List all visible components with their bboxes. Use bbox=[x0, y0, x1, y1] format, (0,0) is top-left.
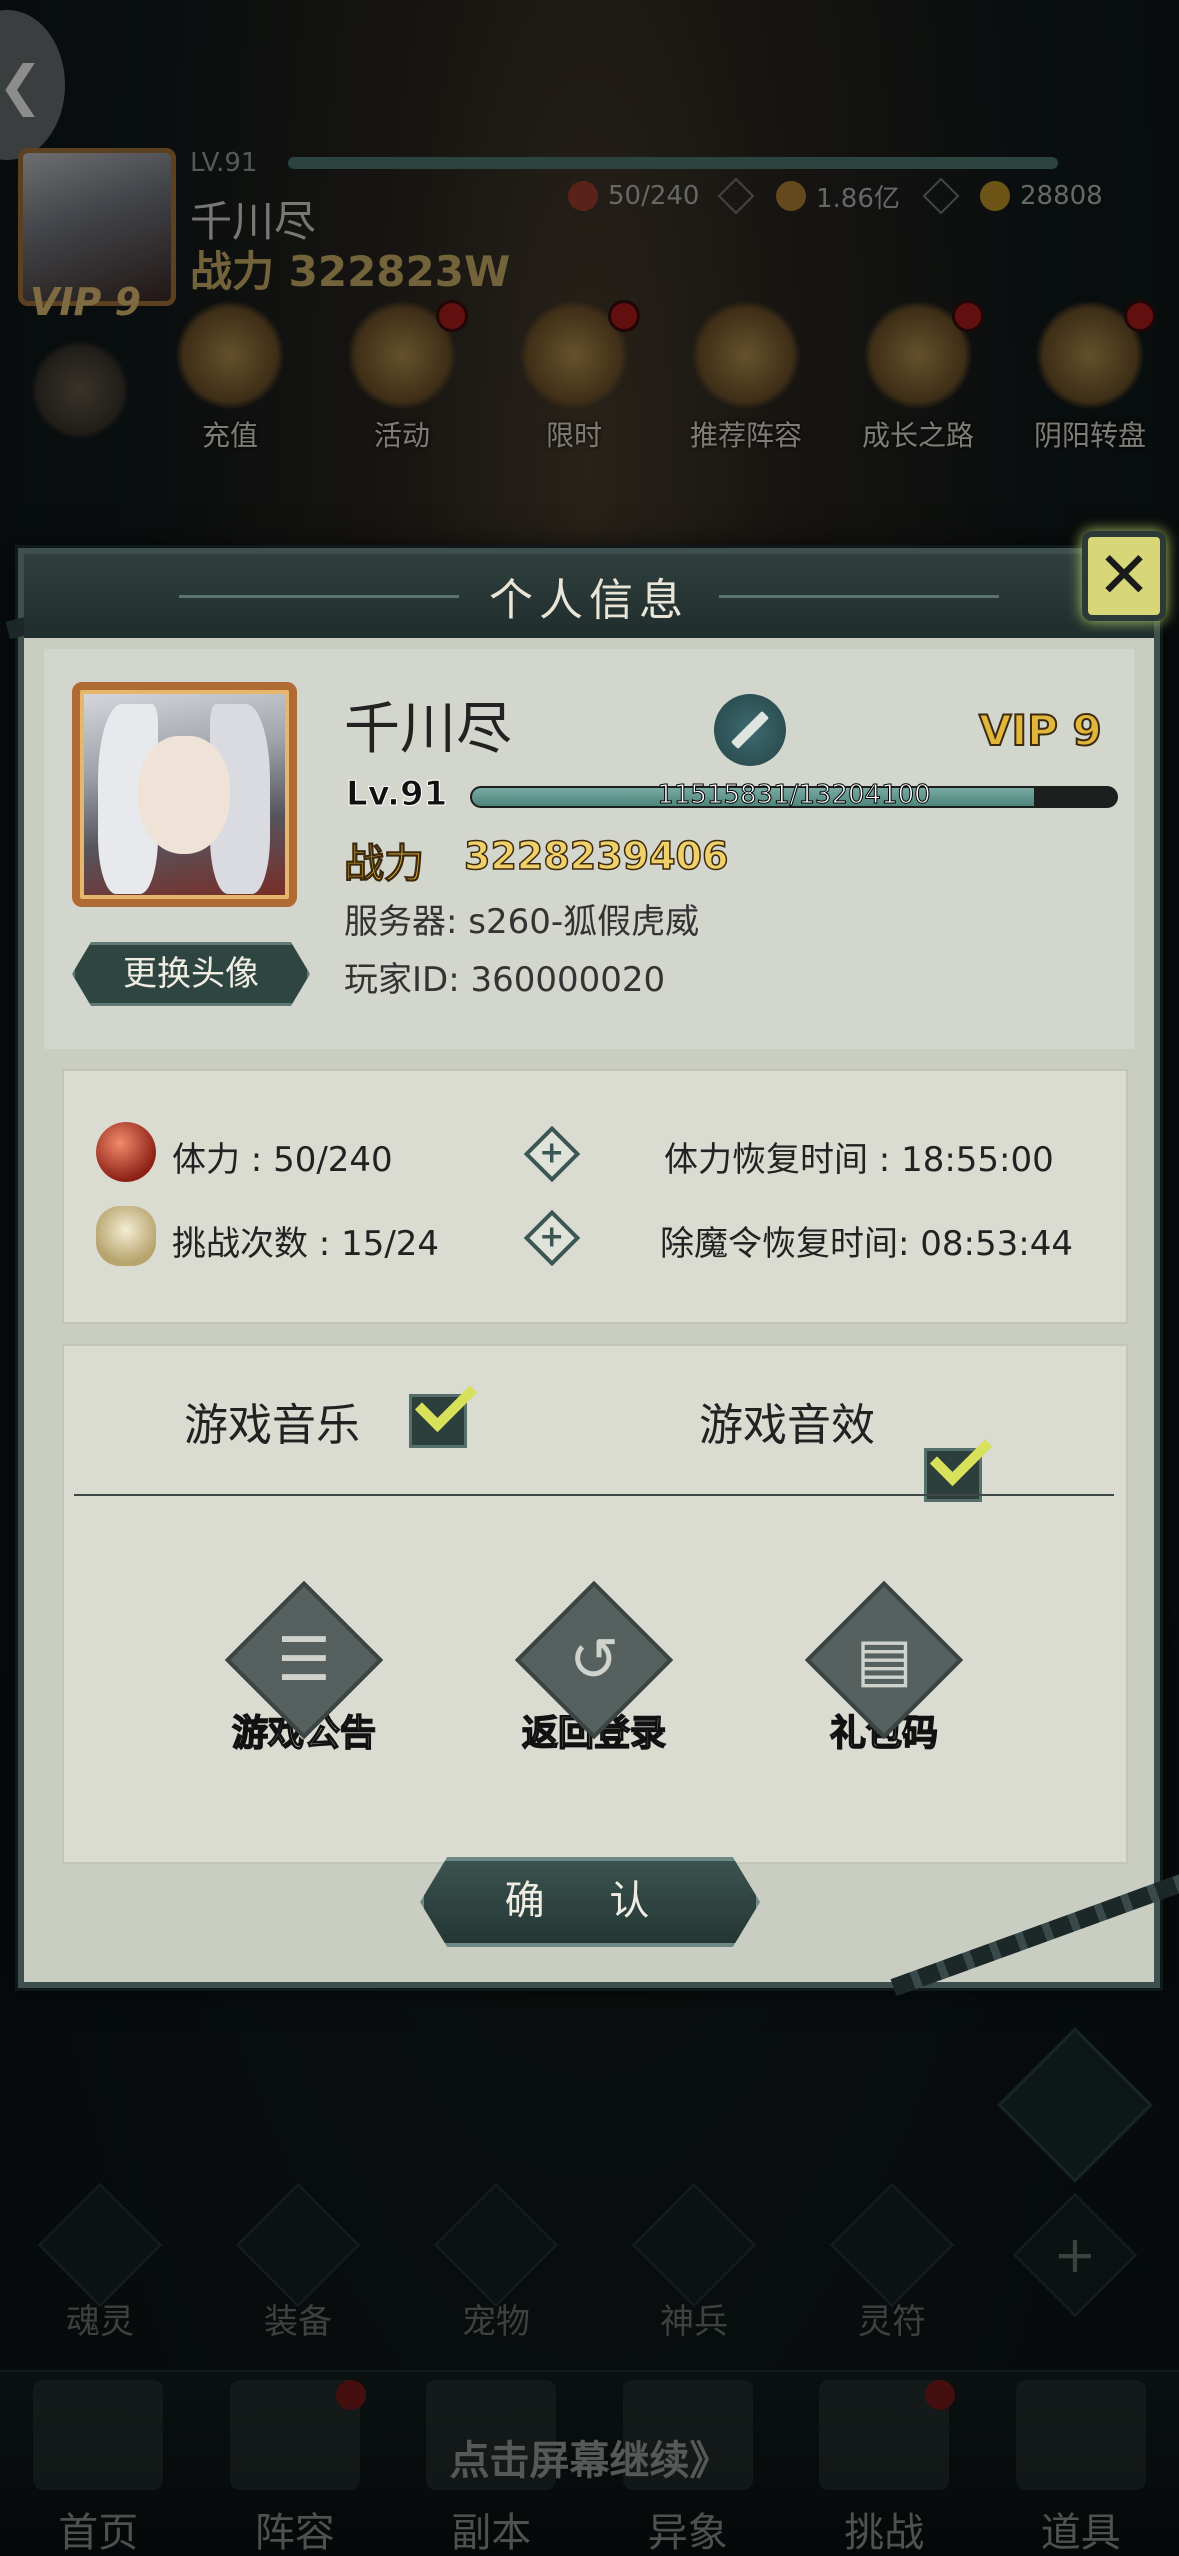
personal-info-dialog: 个人信息 更换头像 千川尽 VIP 9 Lv.91 11515831/13204… bbox=[5, 531, 1179, 1997]
stamina-recover-time: 体力恢复时间 : 18:55:00 bbox=[664, 1140, 1054, 1180]
plus-icon: + bbox=[539, 1135, 565, 1171]
token-recover-time: 除魔令恢复时间: 08:53:44 bbox=[660, 1224, 1073, 1264]
plus-icon: + bbox=[539, 1219, 565, 1255]
player-id: 玩家ID: 360000020 bbox=[344, 960, 666, 1000]
header-ornament bbox=[179, 594, 459, 598]
sfx-label: 游戏音效 bbox=[699, 1400, 875, 1451]
player-avatar bbox=[72, 682, 297, 907]
challenge-token-icon bbox=[96, 1206, 156, 1266]
exp-text: 11515831/13204100 bbox=[657, 780, 931, 811]
music-checkbox[interactable] bbox=[409, 1369, 478, 1448]
change-avatar-button[interactable]: 更换头像 bbox=[72, 942, 310, 1006]
stamina-label: 体力 : 50/240 bbox=[172, 1140, 393, 1180]
announcement-button[interactable]: ☰ 游戏公告 bbox=[224, 1580, 384, 1756]
power-value: 3228239406 bbox=[463, 833, 729, 879]
dialog-title: 个人信息 bbox=[489, 575, 689, 626]
close-button[interactable]: ✕ bbox=[1074, 516, 1174, 636]
edit-name-button[interactable] bbox=[714, 694, 786, 766]
power-label: 战力 bbox=[344, 841, 425, 888]
player-level: Lv.91 bbox=[345, 774, 448, 815]
vip-badge: VIP 9 bbox=[978, 705, 1103, 756]
gift-code-button[interactable]: ▤ 礼包码 bbox=[804, 1580, 964, 1756]
player-name: 千川尽 bbox=[344, 697, 512, 762]
settings-divider bbox=[74, 1494, 1114, 1496]
server-info: 服务器: s260-狐假虎威 bbox=[344, 902, 700, 942]
header-ornament bbox=[719, 594, 999, 598]
dialog-header: 个人信息 bbox=[24, 554, 1154, 638]
stats-section bbox=[62, 1069, 1128, 1324]
close-icon: ✕ bbox=[1082, 531, 1166, 621]
stamina-orb-icon bbox=[96, 1122, 156, 1182]
return-login-button[interactable]: ↺ 返回登录 bbox=[514, 1580, 674, 1756]
music-label: 游戏音乐 bbox=[184, 1400, 360, 1451]
avatar-face bbox=[138, 736, 230, 854]
challenge-count: 挑战次数 : 15/24 bbox=[172, 1224, 440, 1264]
pencil-icon bbox=[730, 710, 770, 750]
confirm-button[interactable]: 确 认 bbox=[420, 1857, 760, 1947]
chain-decoration bbox=[890, 1869, 1179, 1997]
